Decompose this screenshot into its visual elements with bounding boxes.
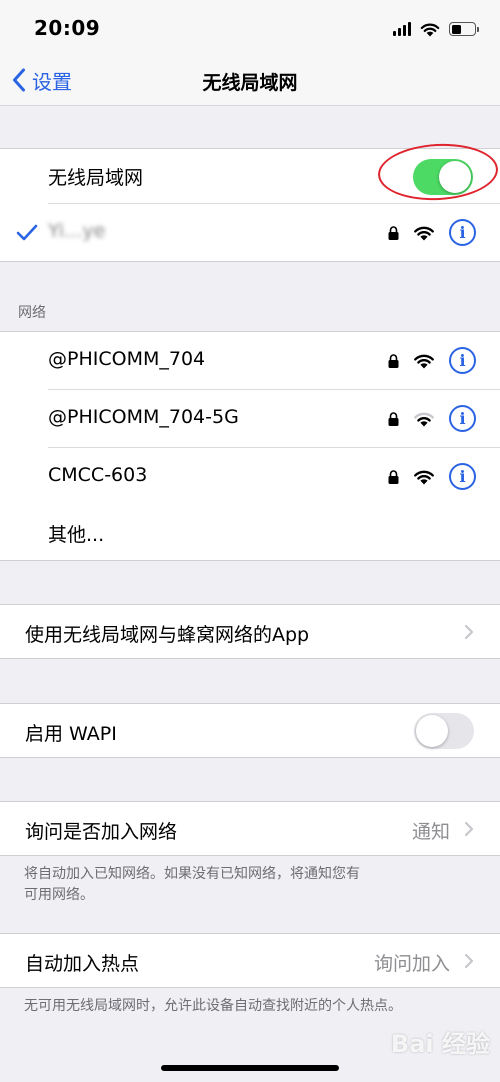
connected-network-row[interactable]: Yi...ye i [0, 204, 500, 262]
wifi-strength-icon [414, 470, 434, 484]
wlan-label: 无线局域网 [48, 167, 144, 189]
ask-join-row[interactable]: 询问是否加入网络 通知 [0, 802, 500, 855]
connected-network-icons: i [388, 219, 476, 246]
page-title: 无线局域网 [202, 72, 298, 94]
lock-icon [388, 411, 399, 426]
wifi-strength-icon [414, 226, 434, 240]
lock-icon [388, 225, 399, 240]
status-bar: 20:09 [0, 0, 500, 56]
hotspot-footnote: 无可用无线局域网时，允许此设备自动查找附近的个人热点。 [24, 998, 402, 1014]
network-row[interactable]: @PHICOMM_704 i [0, 332, 500, 390]
networks-header: 网络 [18, 305, 46, 321]
info-button[interactable]: i [449, 347, 476, 374]
connected-network-name: Yi...ye [48, 220, 106, 242]
wapi-label: 启用 WAPI [25, 723, 117, 745]
status-icons [393, 18, 479, 40]
status-time: 20:09 [34, 16, 101, 40]
wifi-strength-icon [414, 354, 434, 368]
chevron-right-icon [464, 953, 474, 969]
other-network-label: 其他... [48, 524, 105, 546]
ask-join-footnote: 将自动加入已知网络。如果没有已知网络，将通知您有 可用网络。 [24, 864, 360, 906]
wapi-group: 启用 WAPI [0, 703, 500, 758]
network-icons: i [388, 405, 476, 432]
watermark: Bai 经验 [390, 1030, 490, 1058]
hotspot-label: 自动加入热点 [25, 953, 140, 975]
ask-join-group: 询问是否加入网络 通知 [0, 801, 500, 856]
wifi-status-icon [420, 23, 440, 36]
network-row[interactable]: @PHICOMM_704-5G i [0, 390, 500, 448]
network-icons: i [388, 347, 476, 374]
network-name: @PHICOMM_704-5G [48, 406, 239, 428]
network-name: CMCC-603 [48, 464, 148, 486]
networks-group: @PHICOMM_704 i @PHICOMM_704-5G i CMCC-60… [0, 331, 500, 561]
chevron-right-icon [464, 821, 474, 837]
info-button[interactable]: i [449, 463, 476, 490]
wifi-weak-icon [414, 412, 434, 426]
cellular-signal-icon [393, 22, 411, 36]
ask-join-footnote-line2: 可用网络。 [24, 887, 94, 903]
lock-icon [388, 469, 399, 484]
wapi-row: 启用 WAPI [0, 704, 500, 757]
network-row[interactable]: CMCC-603 i [0, 448, 500, 506]
ask-join-label: 询问是否加入网络 [25, 821, 178, 843]
wapi-toggle[interactable] [414, 713, 474, 749]
network-icons: i [388, 463, 476, 490]
apps-label: 使用无线局域网与蜂窝网络的App [25, 624, 310, 646]
network-name: @PHICOMM_704 [48, 348, 206, 370]
chevron-right-icon [464, 624, 474, 640]
navigation-bar: 设置 无线局域网 [0, 56, 500, 106]
apps-row[interactable]: 使用无线局域网与蜂窝网络的App [0, 605, 500, 658]
other-network-row[interactable]: 其他... [0, 506, 500, 562]
hotspot-group: 自动加入热点 询问加入 [0, 933, 500, 988]
battery-icon [449, 22, 479, 36]
checkmark-icon [16, 224, 38, 241]
ask-join-footnote-line1: 将自动加入已知网络。如果没有已知网络，将通知您有 [24, 866, 360, 882]
lock-icon [388, 353, 399, 368]
info-button[interactable]: i [449, 405, 476, 432]
hotspot-row[interactable]: 自动加入热点 询问加入 [0, 934, 500, 987]
info-button[interactable]: i [449, 219, 476, 246]
ask-join-value: 通知 [411, 821, 450, 843]
hotspot-value: 询问加入 [373, 953, 450, 975]
apps-group: 使用无线局域网与蜂窝网络的App [0, 604, 500, 659]
home-indicator[interactable] [161, 1065, 339, 1071]
